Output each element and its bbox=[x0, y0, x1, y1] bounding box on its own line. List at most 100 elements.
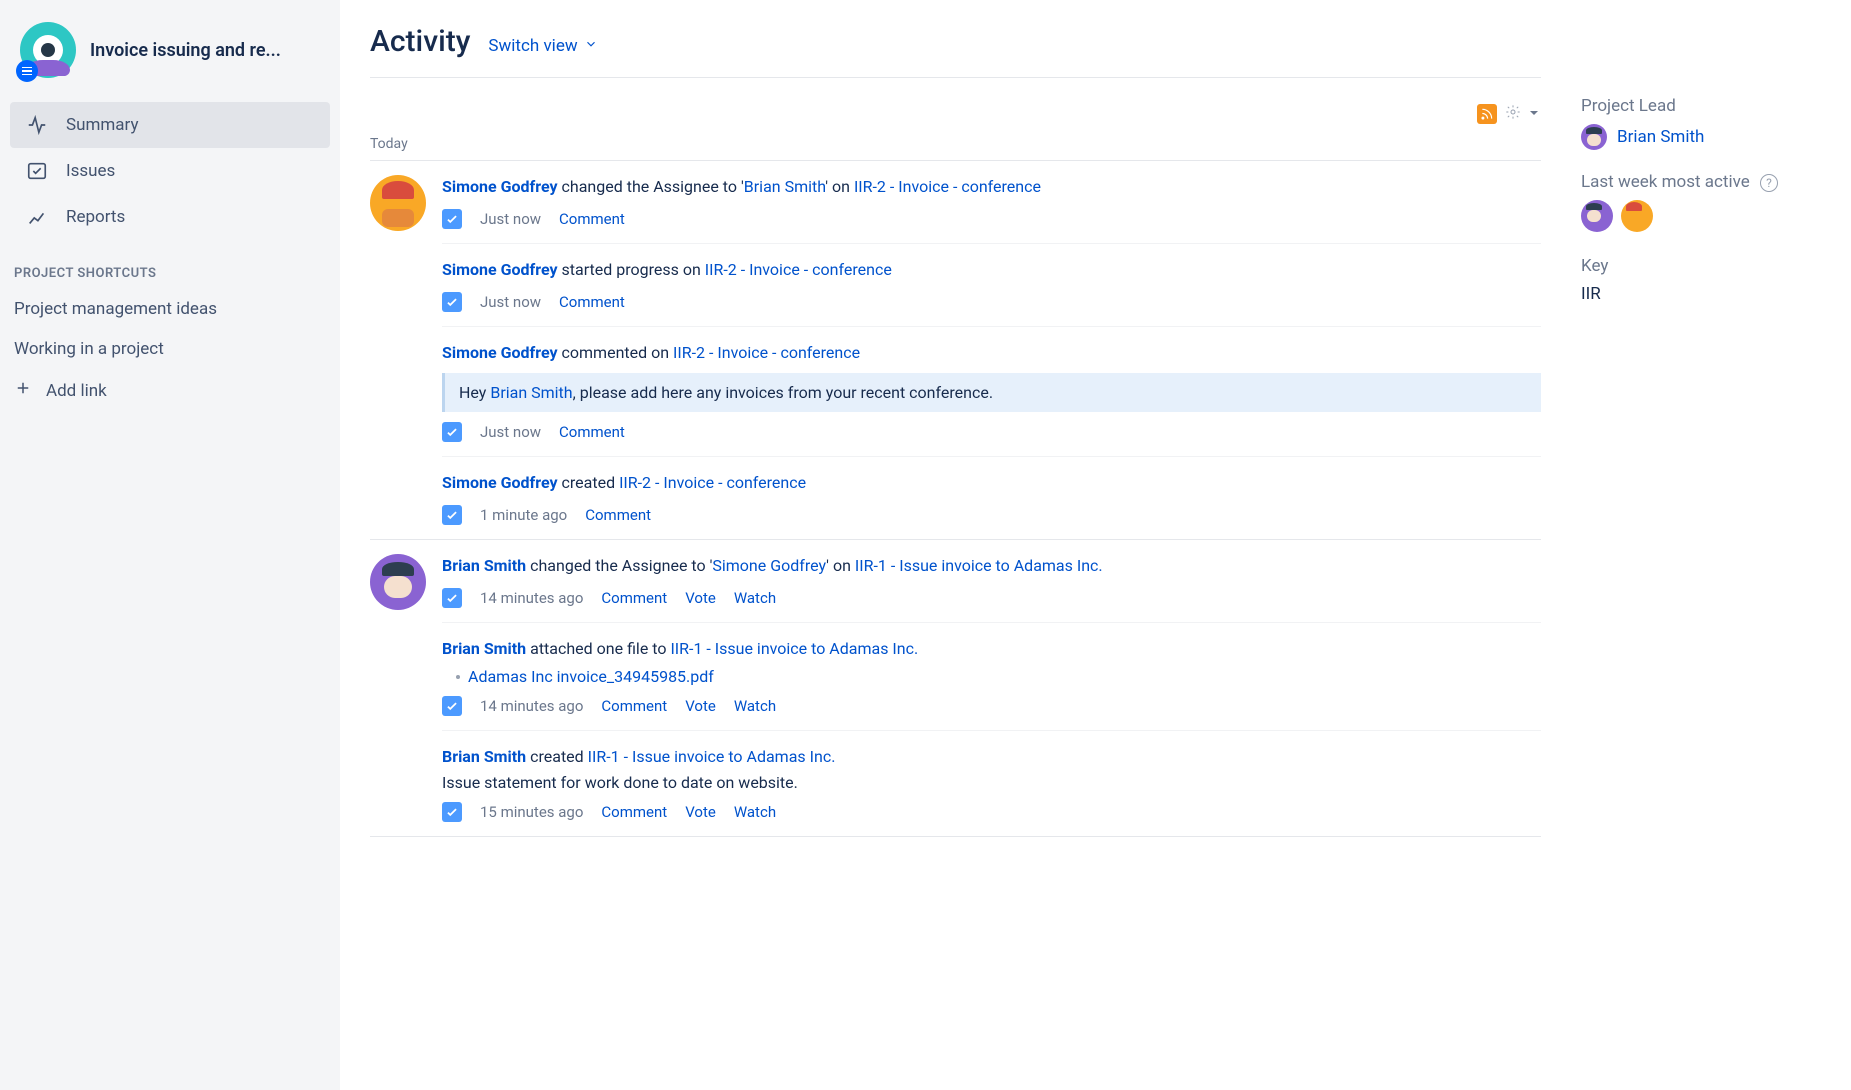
activity-group: Simone Godfrey changed the Assignee to '… bbox=[370, 161, 1541, 540]
avatar-brian-icon[interactable] bbox=[370, 554, 426, 610]
entry-time: 15 minutes ago bbox=[480, 803, 583, 821]
sidebar-item-issues[interactable]: Issues bbox=[10, 148, 330, 194]
add-link-label: Add link bbox=[46, 381, 107, 401]
activity-entry: Simone Godfrey started progress on IIR-2… bbox=[442, 244, 1541, 327]
avatar-brian-icon[interactable] bbox=[1581, 200, 1613, 232]
entry-meta: 14 minutes ago Comment Vote Watch bbox=[442, 588, 1541, 608]
switch-view-button[interactable]: Switch view bbox=[488, 36, 597, 56]
issue-link[interactable]: IIR-2 - Invoice - conference bbox=[705, 260, 892, 279]
project-header: Invoice issuing and re... bbox=[10, 18, 330, 102]
avatar-brian-icon bbox=[1581, 124, 1607, 150]
verb-text: created bbox=[558, 473, 620, 492]
verb-text: commented on bbox=[558, 343, 674, 362]
watch-action[interactable]: Watch bbox=[734, 697, 776, 715]
chevron-down-icon bbox=[584, 36, 598, 56]
entry-time: Just now bbox=[480, 210, 541, 228]
issue-link[interactable]: IIR-2 - Invoice - conference bbox=[673, 343, 860, 362]
issue-link[interactable]: IIR-2 - Invoice - conference bbox=[619, 473, 806, 492]
comment-action[interactable]: Comment bbox=[585, 506, 651, 524]
task-check-icon[interactable] bbox=[442, 696, 462, 716]
vote-action[interactable]: Vote bbox=[685, 697, 716, 715]
actor-link[interactable]: Brian Smith bbox=[442, 556, 526, 575]
verb-text: ' on bbox=[825, 177, 854, 196]
reports-icon bbox=[26, 206, 48, 228]
entry-meta: Just nowComment bbox=[442, 422, 1541, 442]
project-lead-row[interactable]: Brian Smith bbox=[1581, 124, 1821, 150]
mention-link[interactable]: Simone Godfrey bbox=[712, 556, 826, 575]
activity-stream: Simone Godfrey changed the Assignee to '… bbox=[370, 161, 1541, 837]
task-check-icon[interactable] bbox=[442, 209, 462, 229]
active-avatars bbox=[1581, 200, 1821, 232]
activity-entry: Brian Smith attached one file to IIR-1 -… bbox=[442, 623, 1541, 731]
shortcut-link[interactable]: Project management ideas bbox=[10, 289, 330, 329]
entry-time: Just now bbox=[480, 293, 541, 311]
task-check-icon[interactable] bbox=[442, 505, 462, 525]
vote-action[interactable]: Vote bbox=[685, 589, 716, 607]
issue-link[interactable]: IIR-1 - Issue invoice to Adamas Inc. bbox=[588, 747, 836, 766]
activity-entry: Brian Smith changed the Assignee to 'Sim… bbox=[442, 554, 1541, 623]
shortcuts-heading: PROJECT SHORTCUTS bbox=[10, 240, 330, 289]
shortcuts-list: Project management ideasWorking in a pro… bbox=[10, 289, 330, 369]
attachment-link[interactable]: Adamas Inc invoice_34945985.pdf bbox=[456, 667, 1541, 686]
task-check-icon[interactable] bbox=[442, 588, 462, 608]
mention-link[interactable]: Brian Smith bbox=[744, 177, 825, 196]
entry-meta: Just now Comment bbox=[442, 292, 1541, 312]
rss-icon[interactable] bbox=[1477, 104, 1497, 124]
verb-text: started progress on bbox=[558, 260, 705, 279]
sidebar-nav: SummaryIssuesReports bbox=[10, 102, 330, 240]
project-lead-label: Project Lead bbox=[1581, 96, 1821, 116]
actor-link[interactable]: Simone Godfrey bbox=[442, 177, 558, 196]
comment-action[interactable]: Comment bbox=[601, 589, 667, 607]
mention-link[interactable]: Brian Smith bbox=[490, 383, 572, 402]
entry-meta: 1 minute agoComment bbox=[442, 505, 1541, 525]
task-check-icon[interactable] bbox=[442, 422, 462, 442]
project-title: Invoice issuing and re... bbox=[90, 40, 281, 61]
task-check-icon[interactable] bbox=[442, 802, 462, 822]
switch-view-label: Switch view bbox=[488, 36, 577, 56]
dropdown-caret-icon[interactable] bbox=[1529, 106, 1539, 122]
gear-icon[interactable] bbox=[1505, 104, 1521, 124]
help-icon[interactable]: ? bbox=[1760, 174, 1778, 192]
activity-entry: Simone Godfrey commented on IIR-2 - Invo… bbox=[442, 327, 1541, 457]
issue-link[interactable]: IIR-1 - Issue invoice to Adamas Inc. bbox=[855, 556, 1103, 575]
comment-action[interactable]: Comment bbox=[601, 697, 667, 715]
actor-link[interactable]: Simone Godfrey bbox=[442, 260, 558, 279]
comment-action[interactable]: Comment bbox=[559, 293, 625, 311]
watch-action[interactable]: Watch bbox=[734, 589, 776, 607]
entry-time: 14 minutes ago bbox=[480, 589, 583, 607]
activity-entry: Simone Godfrey changed the Assignee to '… bbox=[442, 175, 1541, 244]
actor-link[interactable]: Brian Smith bbox=[442, 747, 526, 766]
watch-action[interactable]: Watch bbox=[734, 803, 776, 821]
issue-link[interactable]: IIR-2 - Invoice - conference bbox=[854, 177, 1041, 196]
project-key-value: IIR bbox=[1581, 284, 1821, 304]
task-check-icon[interactable] bbox=[442, 292, 462, 312]
comment-action[interactable]: Comment bbox=[559, 423, 625, 441]
verb-text: ' on bbox=[826, 556, 855, 575]
issue-link[interactable]: IIR-1 - Issue invoice to Adamas Inc. bbox=[670, 639, 918, 658]
shortcut-link[interactable]: Working in a project bbox=[10, 329, 330, 369]
sidebar-item-reports[interactable]: Reports bbox=[10, 194, 330, 240]
comment-action[interactable]: Comment bbox=[559, 210, 625, 228]
entry-meta: Just now Comment bbox=[442, 209, 1541, 229]
project-lead-name: Brian Smith bbox=[1617, 127, 1704, 147]
project-info-panel: Project Lead Brian Smith Last week most … bbox=[1581, 24, 1821, 1090]
day-heading: Today bbox=[370, 132, 1541, 161]
actor-link[interactable]: Brian Smith bbox=[442, 639, 526, 658]
activity-entries: Brian Smith changed the Assignee to 'Sim… bbox=[442, 554, 1541, 836]
avatar-simone-icon[interactable] bbox=[1621, 200, 1653, 232]
plus-icon bbox=[14, 379, 32, 402]
entry-description: Issue statement for work done to date on… bbox=[442, 773, 1541, 792]
sidebar-item-summary[interactable]: Summary bbox=[10, 102, 330, 148]
vote-action[interactable]: Vote bbox=[685, 803, 716, 821]
project-sidebar: Invoice issuing and re... SummaryIssuesR… bbox=[0, 0, 340, 1090]
actor-link[interactable]: Simone Godfrey bbox=[442, 343, 558, 362]
project-avatar[interactable] bbox=[20, 22, 76, 78]
avatar-simone-icon[interactable] bbox=[370, 175, 426, 231]
activity-group: Brian Smith changed the Assignee to 'Sim… bbox=[370, 540, 1541, 837]
comment-action[interactable]: Comment bbox=[601, 803, 667, 821]
verb-text: changed the Assignee to ' bbox=[526, 556, 712, 575]
actor-link[interactable]: Simone Godfrey bbox=[442, 473, 558, 492]
activity-icon bbox=[26, 114, 48, 136]
add-link-button[interactable]: Add link bbox=[10, 369, 330, 412]
verb-text: created bbox=[526, 747, 588, 766]
